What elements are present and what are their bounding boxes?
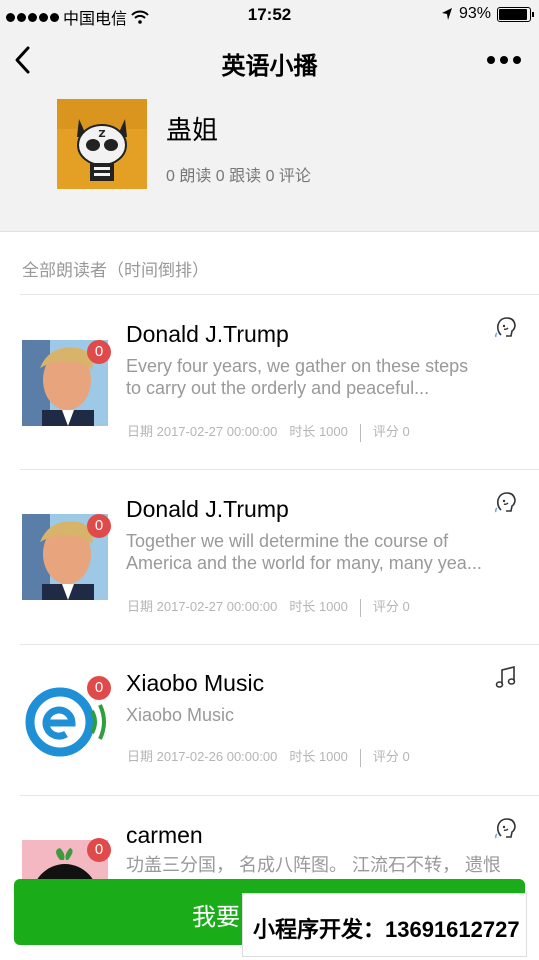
- item-meta: 日期 2017-02-27 00:00:00 时长 1000 评分 0: [127, 596, 410, 617]
- more-dot-icon: [487, 56, 495, 64]
- page-title: 英语小播: [221, 53, 318, 80]
- svg-text:Z: Z: [98, 129, 105, 140]
- profile-avatar[interactable]: Z: [57, 99, 147, 189]
- item-description-line: Xiaobo Music: [126, 705, 235, 725]
- watermark-text: 小程序开发：13691612727: [253, 917, 520, 942]
- item-score: 评分 0: [372, 424, 410, 439]
- item-score: 评分 0: [372, 599, 410, 614]
- status-bar: 中国电信 17:52 93%: [0, 0, 539, 30]
- battery-fill: [499, 8, 527, 20]
- unread-badge: 0: [87, 676, 111, 700]
- list-item[interactable]: 0 Donald J.Trump Together we will determ…: [0, 470, 539, 644]
- item-meta: 日期 2017-02-26 00:00:00 时长 1000 评分 0: [127, 746, 410, 767]
- unread-badge: 0: [87, 340, 111, 364]
- start-reading-label: 我要: [192, 904, 240, 931]
- item-title: carmen: [126, 822, 203, 848]
- nav-bar: 英语小播: [0, 30, 539, 92]
- item-duration: 时长 1000: [289, 424, 348, 439]
- item-title: Donald J.Trump: [126, 321, 289, 347]
- item-date: 日期 2017-02-26 00:00:00: [127, 749, 278, 764]
- cartoon-cat-avatar-icon: Z: [57, 99, 147, 189]
- battery-percent: 93%: [458, 5, 491, 22]
- more-dot-icon: [500, 56, 508, 64]
- speaking-head-icon[interactable]: [493, 490, 519, 516]
- contact-watermark: 小程序开发：13691612727: [242, 893, 527, 957]
- profile-name: 蛊姐: [166, 115, 219, 145]
- item-title: Xiaobo Music: [126, 670, 265, 696]
- item-description-line: Every four years, we gather on these ste…: [126, 356, 469, 376]
- item-description: Together we will determine the course of…: [126, 530, 516, 574]
- item-duration: 时长 1000: [289, 749, 348, 764]
- more-options-button[interactable]: [487, 56, 521, 64]
- list-item[interactable]: 0 Xiaobo Music Xiaobo Music 日期 2017-02-2…: [0, 645, 539, 795]
- item-duration: 时长 1000: [289, 599, 348, 614]
- item-meta: 日期 2017-02-27 00:00:00 时长 1000 评分 0: [127, 421, 410, 442]
- more-dot-icon: [513, 56, 521, 64]
- item-date: 日期 2017-02-27 00:00:00: [127, 424, 278, 439]
- item-description-line: 功盖三分国， 名成八阵图。 江流石不转， 遗恨: [126, 855, 502, 875]
- status-right: 93%: [441, 5, 534, 23]
- item-description: 功盖三分国， 名成八阵图。 江流石不转， 遗恨: [126, 854, 516, 876]
- item-description: Every four years, we gather on these ste…: [126, 355, 516, 399]
- item-score: 评分 0: [372, 749, 410, 764]
- battery-icon: [497, 6, 534, 22]
- unread-badge: 0: [87, 838, 111, 862]
- item-title: Donald J.Trump: [126, 496, 289, 522]
- list-item[interactable]: 0 Donald J.Trump Every four years, we ga…: [0, 295, 539, 469]
- item-description-line: to carry out the orderly and peaceful...: [126, 378, 430, 398]
- profile-stats: 0 朗读 0 跟读 0 评论: [166, 168, 311, 185]
- profile-header: Z 蛊姐 0 朗读 0 跟读 0 评论: [0, 92, 539, 232]
- location-arrow-icon: [441, 8, 452, 20]
- item-description: Xiaobo Music: [126, 704, 516, 726]
- section-label: 全部朗读者（时间倒排）: [22, 261, 209, 280]
- unread-badge: 0: [87, 514, 111, 538]
- item-description-line: America and the world for many, many yea…: [126, 553, 482, 573]
- speaking-head-icon[interactable]: [493, 315, 519, 341]
- item-description-line: Together we will determine the course of: [126, 531, 449, 551]
- speaking-head-icon[interactable]: [493, 816, 519, 842]
- music-note-icon[interactable]: [493, 665, 519, 691]
- item-date: 日期 2017-02-27 00:00:00: [127, 599, 278, 614]
